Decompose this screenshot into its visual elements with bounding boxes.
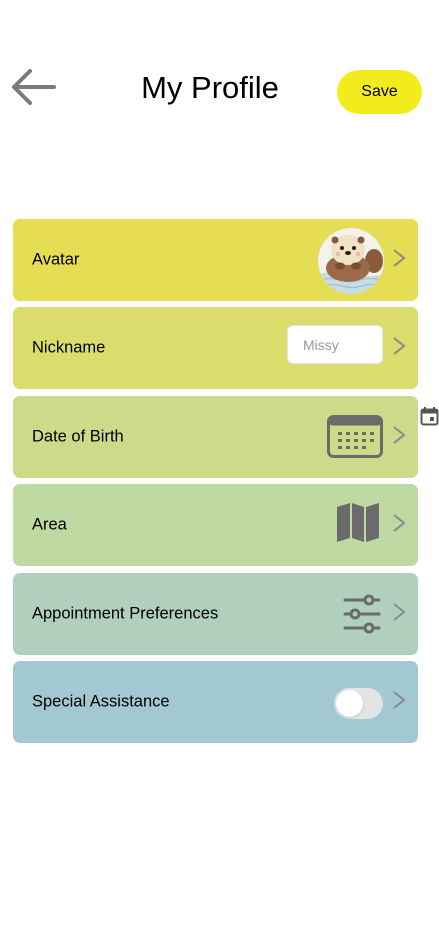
chevron-right-icon: [392, 336, 406, 356]
chevron-right-icon: [392, 513, 406, 533]
row-date-of-birth[interactable]: Date of Birth: [13, 396, 418, 478]
special-assistance-toggle[interactable]: [334, 688, 383, 719]
row-label-date-of-birth: Date of Birth: [32, 427, 124, 446]
calendar-icon: [327, 415, 383, 463]
row-label-appointment-preferences: Appointment Preferences: [32, 604, 219, 623]
chevron-right-icon: [392, 690, 406, 710]
chevron-right-icon: [392, 248, 406, 268]
row-label-special-assistance: Special Assistance: [32, 692, 170, 711]
toggle-knob: [336, 690, 363, 717]
save-button[interactable]: Save: [337, 70, 422, 114]
calendar-event-icon[interactable]: [420, 406, 439, 426]
sliders-icon: [343, 594, 381, 639]
row-special-assistance[interactable]: Special Assistance: [13, 661, 418, 743]
row-label-avatar: Avatar: [32, 250, 80, 269]
nickname-input[interactable]: [287, 325, 383, 364]
map-icon: [336, 502, 380, 548]
row-label-nickname: Nickname: [32, 338, 106, 357]
row-area[interactable]: Area: [13, 484, 418, 566]
row-nickname[interactable]: Nickname: [13, 307, 418, 389]
chevron-right-icon: [392, 602, 406, 622]
row-label-area: Area: [32, 515, 67, 534]
sea-otter-avatar-image: [318, 228, 384, 294]
chevron-right-icon: [392, 425, 406, 445]
row-appointment-preferences[interactable]: Appointment Preferences: [13, 573, 418, 655]
avatar[interactable]: [318, 228, 384, 294]
row-avatar[interactable]: Avatar: [13, 219, 418, 301]
